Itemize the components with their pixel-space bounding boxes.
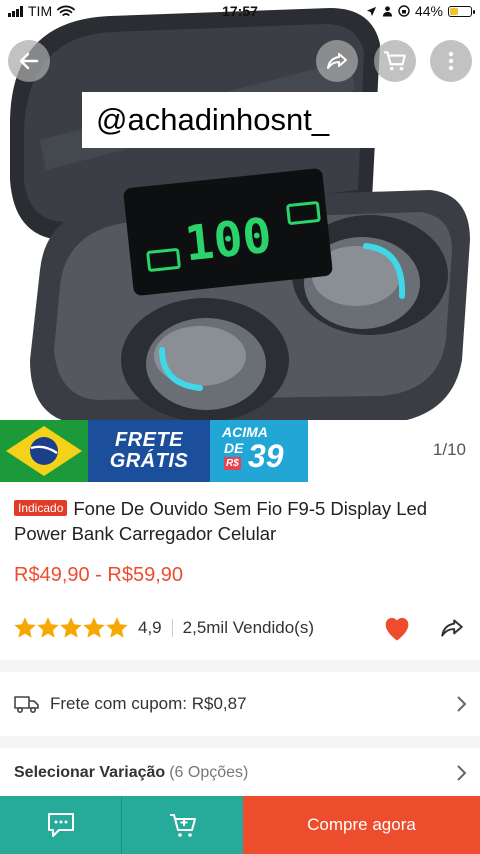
variation-label: Selecionar Variação (14, 764, 166, 781)
star-icon (60, 617, 82, 638)
brazil-flag-icon (0, 420, 88, 482)
frete-line-2: GRÁTIS (109, 450, 189, 472)
person-icon (382, 6, 393, 17)
acima-line-1: ACIMA (222, 424, 268, 440)
star-icon (14, 617, 36, 638)
more-icon (448, 51, 454, 71)
rating-value: 4,9 (138, 618, 162, 637)
star-icon (106, 617, 128, 638)
add-to-cart-button[interactable] (122, 796, 243, 854)
truck-icon (14, 696, 39, 714)
led-display-value: 100 (182, 208, 274, 273)
frete-line-1: FRETE (114, 429, 184, 451)
product-title: Fone De Ouvido Sem Fio F9-5 Display Led … (14, 498, 428, 544)
product-price-range: R$49,90 - R$59,90 (14, 564, 184, 586)
back-arrow-icon (19, 52, 39, 70)
frete-gratis-label: FRETE GRÁTIS (88, 420, 210, 482)
free-shipping-banner: FRETE GRÁTIS ACIMA DE R$ 39 1/10 (0, 420, 480, 482)
battery-percent: 44% (414, 3, 443, 19)
shipping-row[interactable]: Frete com cupom: R$0,87 (0, 672, 480, 736)
star-icon (83, 617, 105, 638)
bottom-action-bar: Compre agora (0, 796, 480, 854)
recommended-tag: Indicado (14, 500, 68, 516)
heart-icon[interactable] (382, 614, 412, 642)
battery-level (450, 7, 458, 15)
wifi-icon (57, 5, 76, 16)
share-button[interactable] (316, 40, 358, 82)
more-options-button[interactable] (430, 40, 472, 82)
chevron-right-icon (457, 765, 467, 781)
chat-icon (47, 813, 74, 837)
add-to-cart-icon (169, 814, 196, 837)
variation-options-count: (6 Opções) (169, 764, 249, 781)
signal-icon (8, 5, 23, 17)
star-icon (37, 617, 59, 638)
sold-count: 2,5mil Vendido(s) (182, 618, 314, 637)
chat-button[interactable] (0, 796, 121, 854)
cart-button[interactable] (374, 40, 416, 82)
cart-icon (384, 51, 406, 71)
carrier-name: TIM (28, 3, 53, 19)
share-icon[interactable] (438, 615, 466, 641)
minimum-value-badge: ACIMA DE R$ 39 (210, 420, 308, 482)
battery-icon (448, 5, 475, 17)
overlay-handle-caption: @achadinhosnt_ (82, 92, 388, 148)
buy-now-button[interactable]: Compre agora (243, 796, 480, 854)
acima-value: 39 (248, 438, 284, 474)
back-button[interactable] (8, 40, 50, 82)
rating-divider (171, 619, 173, 637)
product-image-carousel[interactable]: 100 @achadinhosnt_ (0, 0, 480, 420)
location-icon (366, 6, 377, 16)
acima-currency: R$ (224, 457, 241, 470)
product-details-card: Indicado Fone De Ouvido Sem Fio F9-5 Disp… (0, 482, 480, 660)
rating-row: 4,9 2,5mil Vendido(s) (14, 614, 466, 642)
acima-line-2: DE (224, 440, 244, 456)
product-title-block: Indicado Fone De Ouvido Sem Fio F9-5 Disp… (14, 496, 464, 546)
status-bar: TIM 17:57 44% (0, 0, 480, 22)
share-icon (327, 53, 347, 69)
chevron-right-icon (457, 696, 467, 712)
shipping-text: Frete com cupom: R$0,87 (50, 694, 247, 713)
rating-stars[interactable] (14, 617, 128, 639)
image-page-counter: 1/10 (432, 440, 466, 459)
orientation-lock-icon (398, 5, 410, 17)
variation-selector-row[interactable]: Selecionar Variação (6 Opções) (0, 748, 480, 798)
